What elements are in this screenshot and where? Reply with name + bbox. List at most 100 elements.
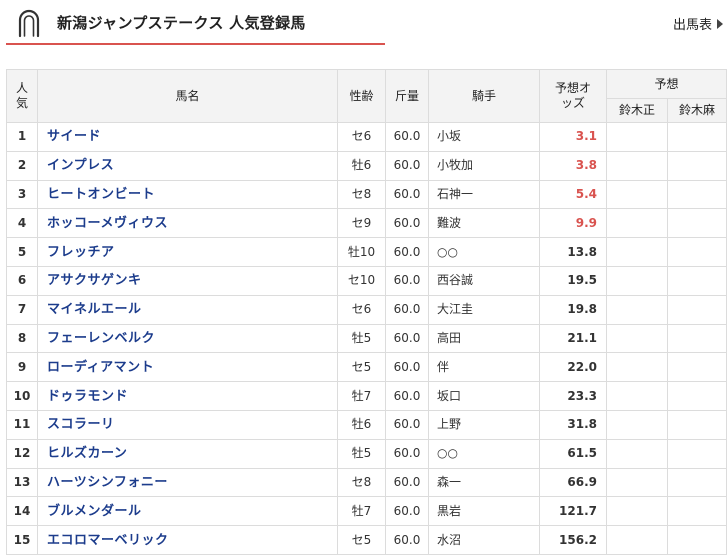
header-prediction: 予想: [605, 69, 728, 99]
prediction-cell-1: [606, 381, 668, 411]
sex-age-cell: 牡6: [337, 150, 386, 181]
prediction-cell-2: [666, 323, 728, 354]
horse-name-cell: ヒルズカーン: [37, 438, 338, 469]
horse-name-link[interactable]: エコロマーベリック: [47, 533, 169, 548]
table-row: 2 インプレス 牡6 60.0 小牧加 3.8: [6, 150, 728, 181]
chevron-right-icon: [717, 18, 723, 29]
rank-cell: 3: [6, 179, 38, 210]
rank-cell: 11: [6, 409, 38, 440]
jockey-cell: 難波: [428, 208, 540, 239]
sex-age-cell: セ5: [337, 352, 386, 383]
horse-name-link[interactable]: ドゥラモンド: [47, 389, 128, 404]
table-row: 11 スコラーリ 牡6 60.0 上野 31.8: [6, 409, 728, 440]
jockey-cell: 森一: [428, 467, 540, 498]
horse-name-link[interactable]: ホッコーメヴィウス: [47, 216, 168, 231]
horse-name-link[interactable]: ヒルズカーン: [47, 446, 127, 461]
rank-cell: 12: [6, 438, 38, 469]
odds-cell: 19.8: [539, 294, 607, 325]
horse-name-link[interactable]: ハーツシンフォニー: [47, 475, 168, 490]
weight-cell: 60.0: [385, 525, 429, 555]
entries-table: 人気 馬名 性齢 斤量 騎手 予想オッズ 予想 鈴木正 鈴木麻 1 サイード セ6 6…: [6, 69, 728, 555]
prediction-cell-2: [666, 381, 728, 411]
page-header: 新潟ジャンプステークス 人気登録馬 出馬表: [0, 0, 728, 48]
horse-name-cell: ブルメンダール: [37, 496, 338, 527]
horse-name-cell: サイード: [37, 122, 338, 152]
prediction-cell-2: [666, 467, 728, 498]
weight-cell: 60.0: [385, 237, 429, 267]
prediction-cell-2: [666, 265, 728, 296]
rank-cell: 7: [6, 294, 38, 325]
jockey-cell: ○○: [428, 237, 540, 267]
sex-age-cell: セ5: [337, 525, 386, 555]
sex-age-cell: セ8: [337, 179, 386, 210]
horse-name-cell: フェーレンベルク: [37, 323, 338, 354]
horse-name-link[interactable]: フェーレンベルク: [47, 331, 155, 346]
horse-name-link[interactable]: ヒートオンビート: [47, 187, 155, 202]
odds-cell: 31.8: [539, 409, 607, 440]
prediction-cell-1: [606, 496, 668, 527]
prediction-cell-1: [606, 150, 668, 181]
table-row: 4 ホッコーメヴィウス セ9 60.0 難波 9.9: [6, 208, 728, 239]
horse-name-link[interactable]: ブルメンダール: [47, 504, 142, 519]
weight-cell: 60.0: [385, 122, 429, 152]
prediction-cell-2: [666, 122, 728, 152]
horse-name-cell: マイネルエール: [37, 294, 338, 325]
weight-cell: 60.0: [385, 208, 429, 239]
page-title: 新潟ジャンプステークス 人気登録馬: [57, 14, 306, 32]
jockey-cell: 西谷誠: [428, 265, 540, 296]
table-row: 1 サイード セ6 60.0 小坂 3.1: [6, 122, 728, 152]
rank-cell: 14: [6, 496, 38, 527]
rank-cell: 13: [6, 467, 38, 498]
weight-cell: 60.0: [385, 323, 429, 354]
jockey-cell: 水沼: [428, 525, 540, 555]
odds-cell: 3.8: [539, 150, 607, 181]
prediction-cell-2: [666, 179, 728, 210]
table-row: 5 フレッチア 牡10 60.0 ○○ 13.8: [6, 237, 728, 267]
horse-name-link[interactable]: アサクサゲンキ: [47, 273, 142, 288]
header-rank-label: 人気: [15, 81, 28, 110]
jockey-cell: 小牧加: [428, 150, 540, 181]
horse-name-link[interactable]: マイネルエール: [47, 302, 142, 317]
jockey-cell: 高田: [428, 323, 540, 354]
prediction-cell-1: [606, 179, 668, 210]
sex-age-cell: 牡7: [337, 496, 386, 527]
horse-name-link[interactable]: ローディアマント: [47, 360, 154, 375]
table-row: 6 アサクサゲンキ セ10 60.0 西谷誠 19.5: [6, 265, 728, 296]
horse-name-link[interactable]: スコラーリ: [47, 417, 115, 432]
header-sex-age: 性齢: [337, 69, 386, 123]
horse-name-link[interactable]: サイード: [47, 129, 101, 144]
header-jockey: 騎手: [428, 69, 540, 123]
sex-age-cell: 牡6: [337, 409, 386, 440]
prediction-cell-2: [666, 294, 728, 325]
entries-link[interactable]: 出馬表: [673, 14, 723, 33]
entries-link-label: 出馬表: [672, 18, 712, 33]
table-row: 10 ドゥラモンド 牡7 60.0 坂口 23.3: [6, 381, 728, 411]
sex-age-cell: セ6: [337, 294, 386, 325]
odds-cell: 22.0: [539, 352, 607, 383]
horse-name-cell: ハーツシンフォニー: [37, 467, 338, 498]
odds-cell: 9.9: [539, 208, 607, 239]
prediction-cell-1: [606, 208, 668, 239]
rank-cell: 9: [6, 352, 38, 383]
table-row: 13 ハーツシンフォニー セ8 60.0 森一 66.9: [6, 467, 728, 498]
horse-name-link[interactable]: インプレス: [47, 158, 114, 173]
odds-cell: 21.1: [539, 323, 607, 354]
horse-name-link[interactable]: フレッチア: [47, 245, 115, 260]
rank-cell: 15: [6, 525, 38, 555]
jockey-cell: 黒岩: [428, 496, 540, 527]
weight-cell: 60.0: [385, 150, 429, 181]
odds-cell: 23.3: [539, 381, 607, 411]
rank-cell: 6: [6, 265, 38, 296]
odds-cell: 156.2: [539, 525, 607, 555]
jockey-cell: 坂口: [428, 381, 540, 411]
sex-age-cell: 牡7: [337, 381, 386, 411]
table-row: 14 ブルメンダール 牡7 60.0 黒岩 121.7: [6, 496, 728, 527]
weight-cell: 60.0: [385, 352, 429, 383]
horse-name-cell: アサクサゲンキ: [37, 265, 338, 296]
odds-cell: 5.4: [539, 179, 607, 210]
prediction-cell-1: [606, 525, 668, 555]
horse-name-cell: ホッコーメヴィウス: [37, 208, 338, 239]
title-underline: [6, 43, 385, 45]
sex-age-cell: セ9: [337, 208, 386, 239]
weight-cell: 60.0: [385, 265, 429, 296]
